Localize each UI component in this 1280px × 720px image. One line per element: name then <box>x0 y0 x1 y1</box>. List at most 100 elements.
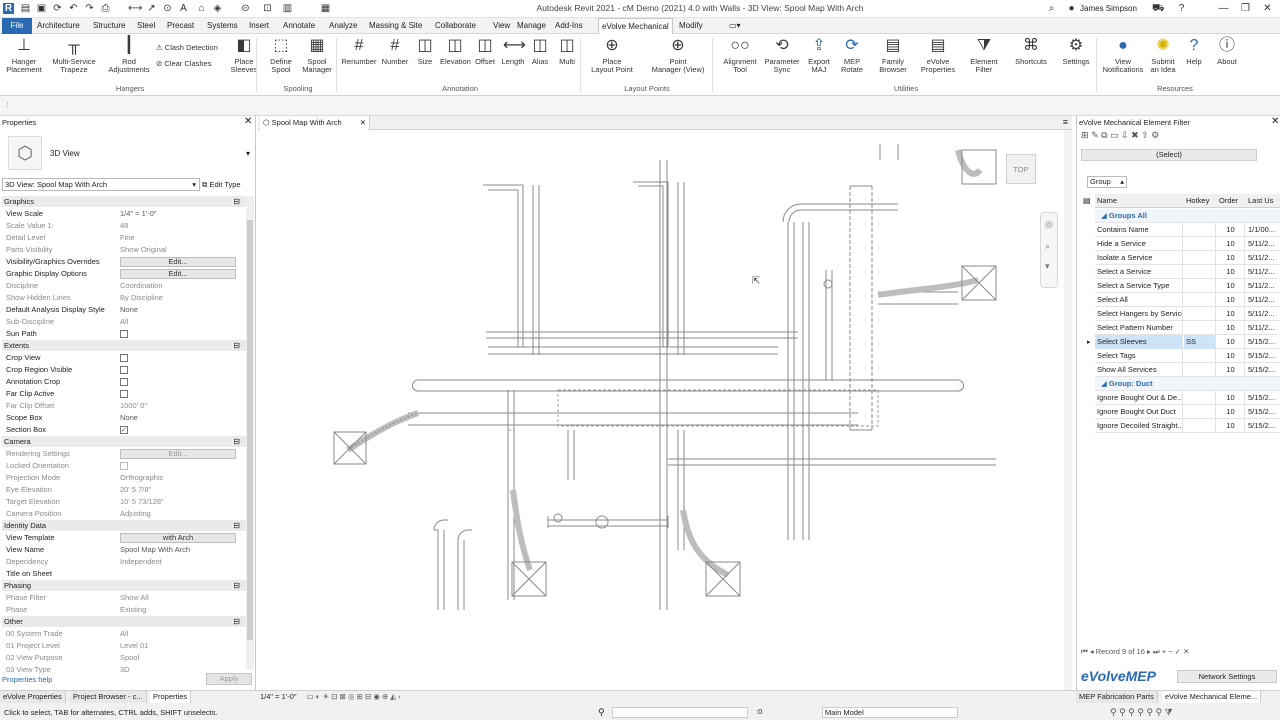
filter-row[interactable]: Select Sleeves SS 10 5/15/2... <box>1095 335 1280 349</box>
element-filter-button[interactable]: ⧩ Element Filter <box>964 36 1004 74</box>
define-spool-button[interactable]: ⬚ Define Spool <box>266 36 296 74</box>
point-manager-button[interactable]: ⊕ Point Manager (View) <box>648 36 708 74</box>
collapse-icon[interactable]: ⊟ <box>233 520 240 531</box>
prop-checkbox[interactable]: ✓ <box>120 426 128 435</box>
confirm-record-icon[interactable]: ✓ <box>1175 647 1181 656</box>
last-record-icon[interactable]: ⏭ <box>1153 647 1160 656</box>
tab-modify[interactable]: Modify <box>676 18 706 34</box>
filter-group-row[interactable]: ◢ Group: Duct <box>1095 377 1280 391</box>
notifications-button[interactable]: ● View Notifications <box>1102 36 1144 74</box>
filter-new-icon[interactable]: ⊞ <box>1081 130 1089 140</box>
workset-status-icon[interactable]: ⚲ <box>598 707 605 718</box>
filter-row[interactable]: Show All Services 10 5/15/2... <box>1095 363 1280 377</box>
trapeze-button[interactable]: ╥ Multi-Service Trapeze <box>50 36 98 74</box>
tab-project-browser[interactable]: Project Browser - c... <box>70 691 147 703</box>
renumber-button[interactable]: # Renumber <box>340 36 378 66</box>
parameter-sync-button[interactable]: ⟲ Parameter Sync <box>764 36 800 74</box>
edit-button[interactable]: with Arch <box>120 533 236 543</box>
collapse-icon[interactable]: ⊟ <box>233 196 240 207</box>
prop-checkbox[interactable] <box>120 462 128 471</box>
apply-button[interactable]: Apply <box>206 673 252 685</box>
tab-insert[interactable]: Insert <box>246 18 272 34</box>
design-option-dropdown[interactable]: Main Model <box>822 707 958 718</box>
dimension-icon[interactable]: ↗ <box>146 3 157 14</box>
prev-record-icon[interactable]: ◂ <box>1090 647 1094 656</box>
section-identity[interactable]: Identity Data ⊟ <box>2 520 246 531</box>
first-record-icon[interactable]: ⏮ <box>1081 647 1088 656</box>
group-expand-icon[interactable]: ◢ <box>1095 211 1109 220</box>
cart-icon[interactable]: ⛟ <box>1152 3 1165 14</box>
prop-value[interactable]: Show Original <box>120 244 236 256</box>
maximize-icon[interactable]: ❐ <box>1240 3 1251 14</box>
prop-value[interactable]: Existing <box>120 604 236 616</box>
tab-collaborate[interactable]: Collaborate <box>432 18 479 34</box>
alignment-button[interactable]: ○○ Alignment Tool <box>720 36 760 74</box>
prop-value[interactable]: 1000' 0" <box>120 400 236 412</box>
edit-button[interactable]: Edit... <box>120 449 236 459</box>
collapse-icon[interactable]: ⊟ <box>233 340 240 351</box>
3d-view-icon[interactable]: ⌂ <box>196 3 207 14</box>
prop-value[interactable]: None <box>120 412 236 424</box>
prop-checkbox[interactable] <box>120 330 128 339</box>
col-last-used[interactable]: Last Us <box>1248 194 1273 208</box>
clash-detection-button[interactable]: ⚠ Clash Detection <box>156 44 218 52</box>
cancel-record-icon[interactable]: ✕ <box>1183 647 1189 656</box>
modify-icon[interactable]: ⁞ <box>6 100 9 110</box>
tab-annotate[interactable]: Annotate <box>280 18 318 34</box>
prop-value[interactable]: Show All <box>120 592 236 604</box>
section-graphics[interactable]: Graphics ⊟ <box>2 196 246 207</box>
rod-button[interactable]: ┃ Rod Adjustments <box>106 36 152 74</box>
close-properties-icon[interactable]: ✕ <box>244 116 252 127</box>
prop-value[interactable]: By Discipline <box>120 292 236 304</box>
collapse-icon[interactable]: ⊟ <box>233 616 240 627</box>
family-browser-button[interactable]: ▤ Family Browser <box>874 36 912 74</box>
prop-value[interactable]: All <box>120 628 236 640</box>
prop-value[interactable]: None <box>120 304 236 316</box>
prop-value[interactable]: Adjusting <box>120 508 236 520</box>
open-icon[interactable]: ▤ <box>20 3 31 14</box>
clear-clashes-button[interactable]: ⊘ Clear Clashes <box>156 60 211 68</box>
ribbon-options-icon[interactable]: ▭▾ <box>726 18 744 34</box>
tab-evolve-properties[interactable]: eVolve Properties <box>0 691 66 703</box>
close-filter-icon[interactable]: ✕ <box>1271 116 1279 127</box>
prop-value[interactable]: 20' 5 7/8" <box>120 484 236 496</box>
tab-precast[interactable]: Precast <box>164 18 197 34</box>
prop-checkbox[interactable] <box>120 366 128 375</box>
tab-systems[interactable]: Systems <box>204 18 241 34</box>
settings-button[interactable]: ⚙ Settings <box>1058 36 1094 66</box>
section-camera[interactable]: Camera ⊟ <box>2 436 246 447</box>
filter-row[interactable]: Select Tags 10 5/15/2... <box>1095 349 1280 363</box>
tab-analyze[interactable]: Analyze <box>326 18 360 34</box>
network-settings-button[interactable]: Network Settings <box>1177 670 1277 683</box>
number-button[interactable]: # Number <box>380 36 410 66</box>
section-phasing[interactable]: Phasing ⊟ <box>2 580 246 591</box>
elevation-button[interactable]: ◫ Elevation <box>440 36 471 66</box>
view-scale[interactable]: 1/4" = 1'-0" <box>260 692 297 701</box>
help-button[interactable]: ? Help <box>1182 36 1206 66</box>
export-button[interactable]: ⇪ Export MAJ <box>804 36 834 74</box>
text-icon[interactable]: A <box>178 3 189 14</box>
filter-select-button[interactable]: (Select) <box>1081 149 1257 161</box>
section-extents[interactable]: Extents ⊟ <box>2 340 246 351</box>
tab-menu-icon[interactable]: ≡ <box>1063 117 1068 127</box>
view-tab[interactable]: ⬡ Spool Map With Arch ✕ <box>260 116 370 130</box>
filter-group-row[interactable]: ◢ Groups All <box>1095 209 1280 223</box>
filter-export-icon[interactable]: ⇧ <box>1141 130 1149 140</box>
measure-icon[interactable]: ⟷ <box>128 3 142 14</box>
status-tools-icons[interactable]: ⚲ ⚲ ⚲ ⚲ ⚲ ⚲ ⧩ <box>1110 707 1173 718</box>
prop-value[interactable]: 10' 5 73/128" <box>120 496 236 508</box>
edit-type-button[interactable]: ⧉ Edit Type <box>202 178 252 191</box>
tab-steel[interactable]: Steel <box>134 18 158 34</box>
prop-value[interactable]: 1/4" = 1'-0" <box>120 208 236 220</box>
about-button[interactable]: ⓘ About <box>1212 36 1242 66</box>
filter-row[interactable]: Contains Name 10 1/1/00... <box>1095 223 1280 237</box>
sleeve-button[interactable]: ◧ Place Sleeves <box>230 36 258 74</box>
tab-evolve-element-filter[interactable]: eVolve Mechanical Eleme... <box>1162 691 1262 703</box>
filter-row[interactable]: Hide a Service 10 5/11/2... <box>1095 237 1280 251</box>
hanger-button[interactable]: ⊥ Hanger Placement <box>4 36 44 74</box>
collapse-icon[interactable]: ⊟ <box>233 436 240 447</box>
filter-row[interactable]: Ignore Bought Out Duct 10 5/15/2... <box>1095 405 1280 419</box>
save-icon[interactable]: ▣ <box>36 3 47 14</box>
filter-row[interactable]: Ignore Decoiled Straight... 10 5/15/2... <box>1095 419 1280 433</box>
tab-architecture[interactable]: Architecture <box>34 18 83 34</box>
